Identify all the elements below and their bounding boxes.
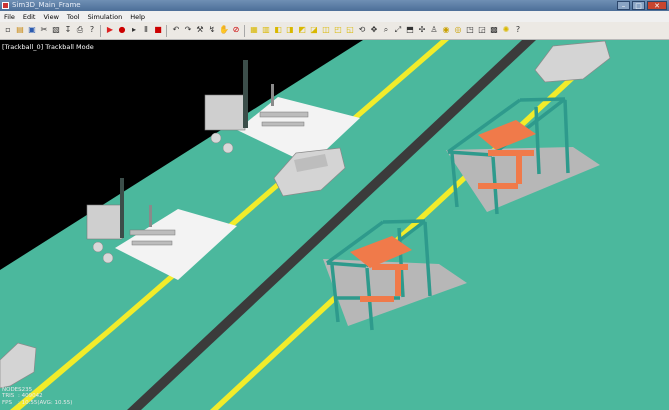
new-icon[interactable]: ▫ <box>3 25 13 35</box>
cube4-icon[interactable]: ◪ <box>309 25 319 35</box>
cut-icon[interactable]: ✂ <box>39 25 49 35</box>
toolbar-separator <box>244 25 245 37</box>
menu-bar: File Edit View Tool Simulation Help <box>0 11 669 22</box>
pause-icon[interactable]: Ⅱ <box>141 25 151 35</box>
redo-icon[interactable]: ↷ <box>183 25 193 35</box>
help-icon[interactable]: ? <box>87 25 97 35</box>
stat-value: : 409042 <box>18 393 43 400</box>
question-icon[interactable]: ? <box>513 25 523 35</box>
scene-canvas <box>0 40 669 410</box>
app-icon <box>2 2 9 9</box>
3d-viewport[interactable] <box>0 40 669 410</box>
step-icon[interactable]: ▸ <box>129 25 139 35</box>
record-icon[interactable]: ● <box>117 25 127 35</box>
camera-a-icon[interactable]: ◉ <box>441 25 451 35</box>
stat-key: TRIS <box>2 393 15 400</box>
front-icon[interactable]: ⬒ <box>405 25 415 35</box>
grid-icon[interactable]: ▩ <box>489 25 499 35</box>
zoom-icon[interactable]: ⌕ <box>381 25 391 35</box>
render-stats: NODES: 235 TRIS: 409042 FPS : 10.55(AVG: … <box>2 387 72 407</box>
cube6-icon[interactable]: ◰ <box>333 25 343 35</box>
toolbar: ▫ ▤ ▣ ✂ ▧ ↧ ⎙? ▶ ● ▸ Ⅱ ■ ↶ ↷ ⚒ ↯ ✋ ⊘ ▦ ▥ ◧ ◨ ◩ ◪ ◫ ◰ ◱ ⟲ ✥ ⌕ ⤢ ⬒ ✣ ♙ ◉ ◎ ◳ ◲ ▩… <box>0 22 669 40</box>
save-icon[interactable]: ▣ <box>27 25 37 35</box>
menu-simulation[interactable]: Simulation <box>84 13 127 21</box>
print-icon[interactable]: ⎙ <box>75 25 85 35</box>
menu-edit[interactable]: Edit <box>19 13 40 21</box>
close-button[interactable]: ✕ <box>647 1 667 10</box>
menu-file[interactable]: File <box>0 13 19 21</box>
stop-icon[interactable]: ■ <box>153 25 163 35</box>
move-icon[interactable]: ✣ <box>417 25 427 35</box>
view-mode-label: [Trackball_0] Trackball Mode <box>2 43 94 51</box>
import-icon[interactable]: ↧ <box>63 25 73 35</box>
toolbar-separator <box>100 25 101 37</box>
person-icon[interactable]: ♙ <box>429 25 439 35</box>
stat-value: : 235 <box>18 386 33 393</box>
toolbar-separator <box>166 25 167 37</box>
light-icon[interactable]: ✺ <box>501 25 511 35</box>
open-icon[interactable]: ▤ <box>15 25 25 35</box>
minimize-button[interactable]: – <box>617 1 630 10</box>
paste-icon[interactable]: ▧ <box>51 25 61 35</box>
stat-value: : 10.55(AVG: 10.55) <box>18 400 73 407</box>
cube7-icon[interactable]: ◱ <box>345 25 355 35</box>
box2-icon[interactable]: ◲ <box>477 25 487 35</box>
pan-icon[interactable]: ✥ <box>369 25 379 35</box>
camera-b-icon[interactable]: ◎ <box>453 25 463 35</box>
undo-icon[interactable]: ↶ <box>171 25 181 35</box>
stat-key: NODES <box>2 386 22 393</box>
cube-icon[interactable]: ◧ <box>273 25 283 35</box>
tool-icon[interactable]: ⚒ <box>195 25 205 35</box>
stat-key: FPS <box>2 400 12 407</box>
window-title: Sim3D_Main_Frame <box>12 1 81 9</box>
maximize-button[interactable]: □ <box>632 1 645 10</box>
cube2-icon[interactable]: ◨ <box>285 25 295 35</box>
fit-icon[interactable]: ⤢ <box>393 25 403 35</box>
menu-tool[interactable]: Tool <box>63 13 84 21</box>
play-icon[interactable]: ▶ <box>105 25 115 35</box>
cube5-icon[interactable]: ◫ <box>321 25 331 35</box>
pin-icon[interactable]: ↯ <box>207 25 217 35</box>
cube3-icon[interactable]: ◩ <box>297 25 307 35</box>
no-icon[interactable]: ⊘ <box>231 25 241 35</box>
rotate-icon[interactable]: ⟲ <box>357 25 367 35</box>
wire-icon[interactable]: ▥ <box>261 25 271 35</box>
grab-icon[interactable]: ✋ <box>219 25 229 35</box>
menu-help[interactable]: Help <box>126 13 149 21</box>
menu-view[interactable]: View <box>39 13 62 21</box>
box-icon[interactable]: ◳ <box>465 25 475 35</box>
shade-icon[interactable]: ▦ <box>249 25 259 35</box>
title-bar: Sim3D_Main_Frame – □ ✕ <box>0 0 669 11</box>
